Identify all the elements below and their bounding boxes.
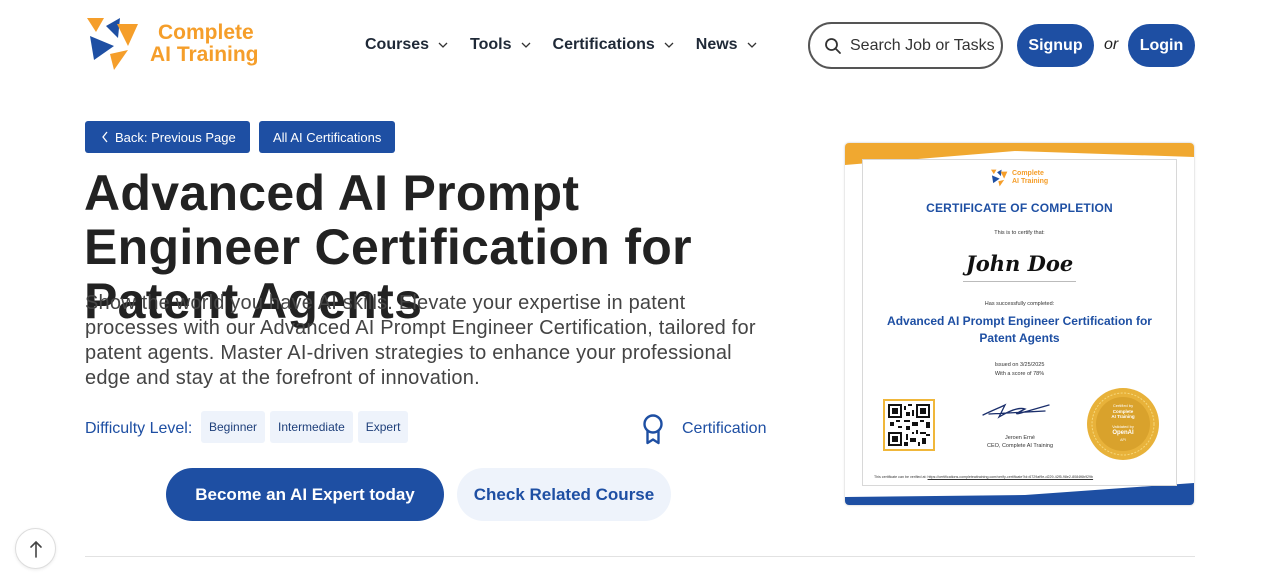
chevron-down-icon [664, 42, 674, 48]
seal-brand-line-2: AI Training [1111, 414, 1135, 419]
or-separator: or [1104, 36, 1119, 53]
login-button[interactable]: Login [1128, 24, 1195, 67]
main-nav: Courses Tools Certifications News [365, 36, 779, 54]
become-expert-button[interactable]: Become an AI Expert today [166, 468, 444, 521]
qr-code-icon [883, 399, 935, 451]
certificate-verify-line: This certificate can be verified at: htt… [874, 475, 1174, 479]
check-related-course-button[interactable]: Check Related Course [457, 468, 671, 521]
chevron-down-icon [747, 42, 757, 48]
certificate-logo-text: Complete AI Training [1012, 170, 1048, 186]
nav-certifications[interactable]: Certifications [553, 36, 674, 54]
seal-certified-by: Certified by [1112, 403, 1134, 408]
difficulty-tag-intermediate: Intermediate [270, 411, 353, 443]
section-divider [85, 556, 1195, 557]
difficulty-label: Difficulty Level: [85, 420, 193, 437]
seal-openai: OpenAI [1112, 430, 1134, 436]
certificate-signer-title: CEO, Complete AI Training [986, 443, 1054, 449]
logo-icon [87, 18, 138, 70]
all-certifications-button[interactable]: All AI Certifications [259, 121, 396, 153]
signup-button[interactable]: Signup [1017, 24, 1094, 67]
page-description: Show the world you have AI skills. Eleva… [85, 292, 756, 389]
difficulty-tag-beginner: Beginner [201, 411, 266, 443]
certificate-name-line [963, 281, 1076, 282]
certificate-preview: Complete AI Training CERTIFICATE OF COMP… [845, 143, 1194, 505]
nav-news-label: News [695, 36, 738, 53]
difficulty-tag-expert: Expert [357, 411, 409, 443]
search-input[interactable] [850, 36, 995, 55]
certificate-issued-date: Issued on 3/25/2025 [994, 362, 1045, 368]
scroll-to-top-button[interactable] [15, 528, 56, 569]
certificate-logo: Complete AI Training [990, 169, 1048, 187]
certificate-heading: CERTIFICATE OF COMPLETION [926, 201, 1113, 215]
certificate-logo-line-1: Complete [1012, 170, 1044, 177]
seal-validated-by: Validated by [1112, 424, 1134, 429]
nav-courses[interactable]: Courses [365, 36, 448, 54]
logo-icon [990, 169, 1008, 187]
award-ribbon-icon [643, 414, 663, 445]
logo-line-2: AI Training [150, 43, 259, 66]
nav-certifications-label: Certifications [552, 36, 655, 53]
search-box[interactable] [808, 22, 1003, 69]
logo-line-1: Complete [158, 21, 254, 44]
back-button[interactable]: Back: Previous Page [85, 121, 250, 153]
nav-courses-label: Courses [365, 36, 430, 53]
certificate-verify-url[interactable]: https://certifications.completeaitrainin… [928, 475, 1094, 479]
certificate-logo-line-2: AI Training [1012, 178, 1049, 185]
nav-tools[interactable]: Tools [470, 36, 530, 54]
certificate-bottom-band [845, 483, 1194, 505]
search-icon [825, 37, 841, 54]
difficulty-tags: Beginner Intermediate Expert [201, 411, 409, 443]
certificate-score: With a score of 78% [994, 371, 1045, 377]
certification-type-label: Certification [682, 420, 767, 437]
chevron-down-icon [521, 42, 530, 48]
certificate-completed-text: Has successfully completed: [984, 301, 1055, 307]
site-logo[interactable]: Complete AI Training [84, 16, 259, 72]
chevron-down-icon [438, 42, 448, 48]
certificate-certify-text: This is to certify that: [994, 230, 1045, 236]
certificate-course-name: Advanced AI Prompt Engineer Certificatio… [887, 314, 1152, 345]
certificate-signer-name: Jeroen Erné [1005, 435, 1035, 441]
logo-text: Complete AI Training [150, 22, 259, 66]
nav-tools-label: Tools [470, 36, 512, 53]
certificate-verify-prefix: This certificate can be verified at: [874, 475, 927, 479]
signature-icon [982, 403, 1050, 419]
certificate-seal: Certified by Complete AI Training Valida… [1086, 387, 1160, 461]
seal-api: API [1120, 438, 1126, 442]
back-button-label: Back: Previous Page [115, 129, 236, 145]
arrow-up-icon [29, 540, 42, 558]
certificate-recipient-name: John Doe [965, 251, 1074, 276]
nav-news[interactable]: News [696, 36, 757, 54]
chevron-left-icon [102, 131, 108, 143]
